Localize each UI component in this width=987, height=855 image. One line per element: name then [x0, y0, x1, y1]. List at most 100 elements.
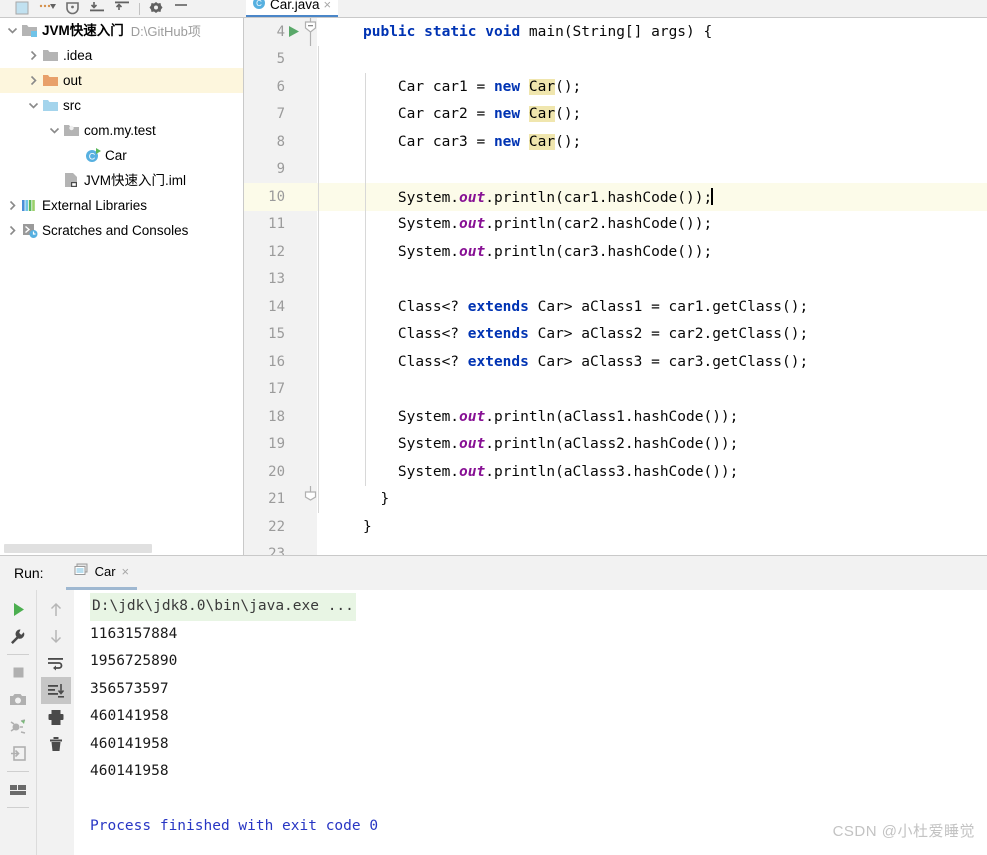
gutter-markers[interactable] [285, 46, 315, 74]
editor-gutter[interactable]: 5 [244, 46, 317, 74]
gutter-markers[interactable] [285, 18, 315, 46]
rerun-icon[interactable] [3, 596, 33, 623]
console-output[interactable]: D:\jdk\jdk8.0\bin\java.exe ...1163157884… [74, 590, 987, 855]
editor-gutter[interactable]: 9 [244, 156, 317, 184]
code-line[interactable]: 23 [244, 541, 987, 556]
editor-gutter[interactable]: 22 [244, 513, 317, 541]
editor-gutter[interactable]: 8 [244, 128, 317, 156]
editor-gutter[interactable]: 23 [244, 541, 317, 556]
soft-wrap-icon[interactable] [41, 650, 71, 677]
print-icon[interactable] [41, 704, 71, 731]
chevron-right-icon[interactable] [4, 193, 21, 218]
layout-icon[interactable] [3, 776, 33, 803]
editor-gutter[interactable]: 15 [244, 321, 317, 349]
gutter-markers[interactable] [285, 431, 315, 459]
up-arrow-icon[interactable] [41, 596, 71, 623]
gutter-markers[interactable] [285, 101, 315, 129]
expand-all-icon[interactable] [114, 1, 131, 16]
gutter-markers[interactable] [285, 211, 315, 239]
editor-gutter[interactable]: 16 [244, 348, 317, 376]
tree-item-scratchesandconsoles[interactable]: Scratches and Consoles [0, 218, 243, 243]
gutter-markers[interactable] [285, 376, 315, 404]
more-options-icon[interactable] [39, 1, 56, 16]
editor-gutter[interactable]: 18 [244, 403, 317, 431]
tree-item-idea[interactable]: .idea [0, 43, 243, 68]
collapse-all-icon[interactable] [89, 1, 106, 16]
code-line[interactable]: 15 Class<? extends Car> aClass2 = car2.g… [244, 321, 987, 349]
project-view-icon[interactable] [14, 1, 31, 16]
editor-gutter[interactable]: 11 [244, 211, 317, 239]
project-tree-hscrollbar[interactable] [0, 543, 244, 555]
editor-gutter[interactable]: 12 [244, 238, 317, 266]
code-editor[interactable]: 4public static void main(String[] args) … [244, 18, 987, 555]
down-arrow-icon[interactable] [41, 623, 71, 650]
editor-gutter[interactable]: 20 [244, 458, 317, 486]
code-line[interactable]: 17 [244, 376, 987, 404]
stop-icon[interactable] [3, 659, 33, 686]
run-gutter-icon[interactable] [287, 24, 301, 43]
code-line[interactable]: 11 System.out.println(car2.hashCode()); [244, 211, 987, 239]
chevron-right-icon[interactable] [25, 43, 42, 68]
chevron-down-icon[interactable] [46, 118, 63, 143]
code-line[interactable]: 21 } [244, 486, 987, 514]
gutter-markers[interactable] [285, 156, 315, 184]
gutter-markers[interactable] [285, 541, 315, 556]
export-icon[interactable] [3, 740, 33, 767]
code-line[interactable]: 5 [244, 46, 987, 74]
gutter-markers[interactable] [285, 321, 315, 349]
code-line[interactable]: 22} [244, 513, 987, 541]
gutter-markers[interactable] [285, 458, 315, 486]
tree-item-commytest[interactable]: com.my.test [0, 118, 243, 143]
screenshot-icon[interactable] [3, 686, 33, 713]
gutter-markers[interactable] [285, 403, 315, 431]
settings-gear-icon[interactable] [148, 1, 165, 16]
code-line[interactable]: 4public static void main(String[] args) … [244, 18, 987, 46]
hscrollbar-thumb[interactable] [4, 544, 152, 553]
gutter-markers[interactable] [285, 293, 315, 321]
tree-item-externallibraries[interactable]: External Libraries [0, 193, 243, 218]
editor-gutter[interactable]: 14 [244, 293, 317, 321]
minimize-icon[interactable] [173, 1, 190, 16]
chevron-right-icon[interactable] [25, 68, 42, 93]
gutter-markers[interactable] [285, 238, 315, 266]
chevron-down-icon[interactable] [25, 93, 42, 118]
close-icon[interactable]: × [122, 565, 130, 578]
run-config-tab-car[interactable]: Car × [66, 556, 138, 590]
chevron-down-icon[interactable] [4, 18, 21, 43]
tree-item-jvmiml[interactable]: JVM快速入门.iml [0, 168, 243, 193]
tree-item-jvm[interactable]: JVM快速入门D:\GitHub项 [0, 18, 243, 43]
editor-gutter[interactable]: 10 [244, 183, 317, 211]
tree-item-car[interactable]: CCar [0, 143, 243, 168]
edit-configuration-icon[interactable] [3, 623, 33, 650]
editor-gutter[interactable]: 4 [244, 18, 317, 46]
gutter-markers[interactable] [285, 348, 315, 376]
tab-car-java[interactable]: C Car.java × [246, 0, 338, 18]
code-line[interactable]: 13 [244, 266, 987, 294]
gutter-markers[interactable] [285, 486, 315, 514]
code-line[interactable]: 10 System.out.println(car1.hashCode()); [244, 183, 987, 211]
code-line[interactable]: 8 Car car3 = new Car(); [244, 128, 987, 156]
code-line[interactable]: 6 Car car1 = new Car(); [244, 73, 987, 101]
editor-gutter[interactable]: 21 [244, 486, 317, 514]
close-icon[interactable]: × [324, 0, 332, 11]
editor-gutter[interactable]: 7 [244, 101, 317, 129]
code-line[interactable]: 14 Class<? extends Car> aClass1 = car1.g… [244, 293, 987, 321]
trash-icon[interactable] [41, 731, 71, 758]
editor-gutter[interactable]: 13 [244, 266, 317, 294]
gutter-markers[interactable] [285, 513, 315, 541]
code-line[interactable]: 20 System.out.println(aClass3.hashCode()… [244, 458, 987, 486]
locate-icon[interactable] [64, 1, 81, 16]
dump-threads-icon[interactable] [3, 713, 33, 740]
gutter-markers[interactable] [285, 266, 315, 294]
gutter-markers[interactable] [285, 128, 315, 156]
code-line[interactable]: 9 [244, 156, 987, 184]
gutter-markers[interactable] [285, 183, 315, 211]
editor-gutter[interactable]: 17 [244, 376, 317, 404]
code-line[interactable]: 7 Car car2 = new Car(); [244, 101, 987, 129]
tree-item-out[interactable]: out [0, 68, 243, 93]
gutter-markers[interactable] [285, 73, 315, 101]
chevron-right-icon[interactable] [4, 218, 21, 243]
code-line[interactable]: 19 System.out.println(aClass2.hashCode()… [244, 431, 987, 459]
scroll-to-end-icon[interactable] [41, 677, 71, 704]
project-tree[interactable]: JVM快速入门D:\GitHub项.ideaoutsrccom.my.testC… [0, 18, 244, 548]
